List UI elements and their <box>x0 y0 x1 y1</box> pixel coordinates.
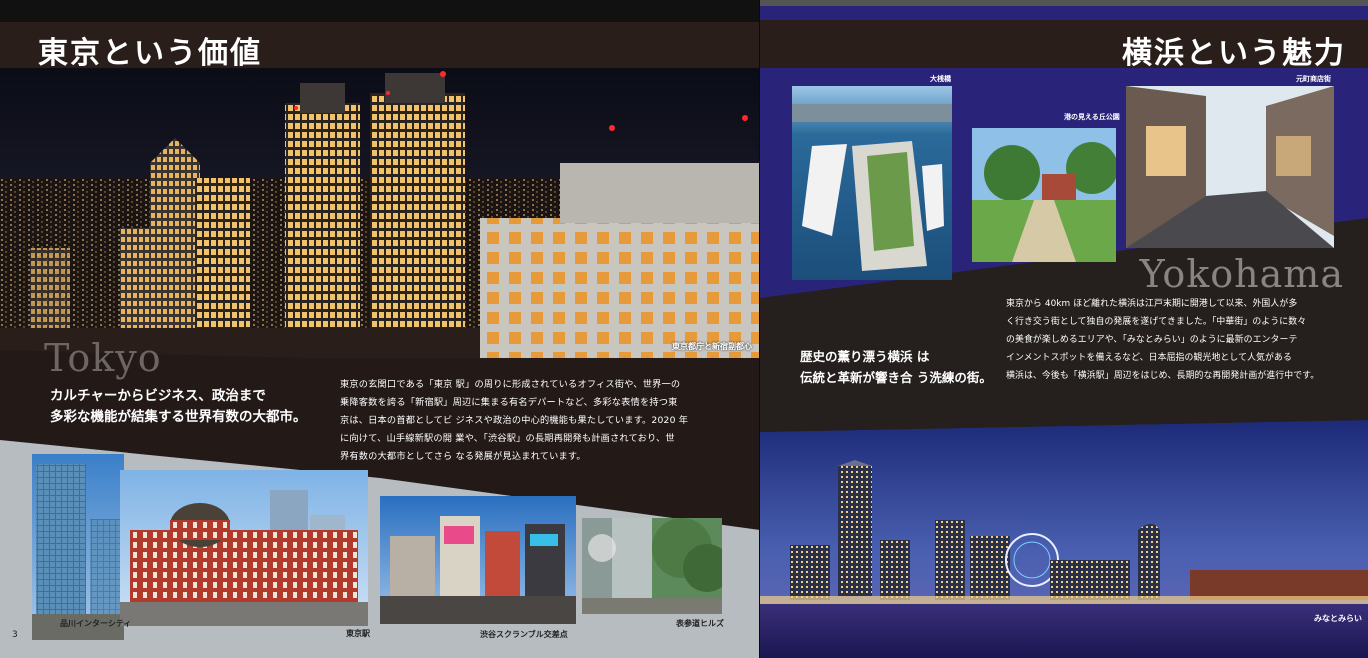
motomachi-photo <box>1126 86 1334 248</box>
city-word-yokohama: Yokohama <box>1139 252 1344 296</box>
shibuya-photo <box>380 496 576 624</box>
body-line: の美食が楽しめるエリアや、「みなとみらい」のように最新のエンターテ <box>1006 335 1298 345</box>
yokohama-tagline: 歴史の薫り漂う横浜 は 伝統と革新が響き合 う洗練の街。 <box>800 346 992 388</box>
tagline-line: 伝統と革新が響き合 う洗練の街。 <box>800 370 992 385</box>
photo-shibuya <box>380 496 576 624</box>
osanbashi-photo <box>792 86 952 280</box>
city-word-tokyo: Tokyo <box>44 336 162 380</box>
caption-shinagawa: 品川インターシティ <box>60 619 132 628</box>
yokohama-page: 横浜という魅力 大桟橋 港の見える丘公園 元町商店街 Yokohama 東京から… <box>760 0 1368 658</box>
page-title: 横浜という魅力 <box>1122 36 1346 71</box>
minatomirai-night-photo <box>760 420 1368 658</box>
page-number: 3 <box>12 630 18 640</box>
tokyo-tagline: カルチャーからビジネス、政治まで 多彩な機能が結集する世界有数の大都市。 <box>50 386 307 428</box>
caption-shibuya: 渋谷スクランブル交差点 <box>480 630 568 639</box>
photo-minatomirai: みなとみらい <box>760 420 1368 658</box>
caption-harbor-view-park: 港の見える丘公園 <box>1064 113 1120 121</box>
caption-osanbashi: 大桟橋 <box>930 75 951 83</box>
photo-harbor-view-park <box>972 128 1116 262</box>
body-line: 東京の玄関口である「東京 駅」の周りに形成されているオフィス街や、世界一の <box>340 379 681 390</box>
top-bar <box>0 0 760 22</box>
tagline-line: 歴史の薫り漂う横浜 は <box>800 349 930 364</box>
tokyo-page: 東京という価値 東京都庁と新宿副都心 Tokyo カルチャーからビジネス、政治ま… <box>0 0 760 658</box>
shinjuku-night-photo <box>0 68 760 358</box>
body-line: 京は、日本の首都としてビ ジネスや政治の中心的機能も果たしています。2020 年 <box>340 415 689 426</box>
shinagawa-photo <box>32 454 124 640</box>
caption-tokyo-station: 東京駅 <box>346 629 370 638</box>
tagline-line: 多彩な機能が結集する世界有数の大都市。 <box>50 409 307 425</box>
photo-motomachi <box>1126 86 1334 248</box>
tagline-line: カルチャーからビジネス、政治まで <box>50 388 266 404</box>
top-strip <box>760 6 1368 20</box>
caption-omotesando: 表参道ヒルズ <box>676 619 724 628</box>
body-line: 東京から 40km ほど離れた横浜は江戸末期に開港して以来、外国人が多 <box>1006 299 1298 309</box>
body-line: 横浜は、今後も「横浜駅」周辺をはじめ、長期的な再開発計画が進行中です。 <box>1006 371 1320 381</box>
photo-omotesando <box>582 518 722 614</box>
brochure-spread: 東京という価値 東京都庁と新宿副都心 Tokyo カルチャーからビジネス、政治ま… <box>0 0 1368 658</box>
photo-tokyo-station <box>120 470 368 626</box>
omotesando-photo <box>582 518 722 614</box>
yokohama-body-text: 東京から 40km ほど離れた横浜は江戸末期に開港して以来、外国人が多 く行き交… <box>1006 295 1351 385</box>
page-title: 東京という価値 <box>38 36 262 71</box>
body-line: 乗降客数を誇る「新宿駅」周辺に集まる有名デパートなど、多彩な表情を持つ東 <box>340 397 678 408</box>
body-line: く行き交う街として独自の発展を遂げてきました。「中華街」のように数々 <box>1006 317 1307 327</box>
body-line: インメントスポットを備えるなど、日本屈指の観光地として人気がある <box>1006 353 1292 363</box>
night-caption: みなとみらい <box>1314 614 1362 623</box>
photo-shinagawa <box>32 454 124 640</box>
tokyo-station-photo <box>120 470 368 626</box>
harbor-view-park-photo <box>972 128 1116 262</box>
photo-osanbashi <box>792 86 952 280</box>
caption-motomachi: 元町商店街 <box>1296 75 1331 83</box>
tokyo-gallery: 品川インターシティ 東京駅 渋谷スクランブル交差点 表参道ヒルズ <box>0 430 760 658</box>
hero-photo-shinjuku: 東京都庁と新宿副都心 <box>0 68 760 358</box>
